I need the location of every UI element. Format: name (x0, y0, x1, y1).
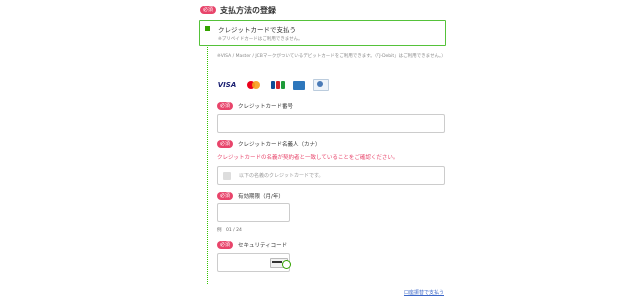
expiry-label-row: 必須 有効期限（月/年） (217, 192, 284, 200)
holder-confirm-checkbox[interactable] (223, 172, 231, 180)
holder-confirm-checkbox-row[interactable]: 以下の名義のクレジットカードです。 (217, 166, 445, 185)
amex-logo (293, 80, 305, 90)
security-code-label: セキュリティコード (238, 243, 288, 249)
mastercard-logo (245, 80, 263, 90)
visa-logo: VISA (217, 81, 237, 89)
card-holder-label-row: 必須 クレジットカード名義人（カナ） (217, 140, 321, 148)
holder-confirm-label: 以下の名義のクレジットカードです。 (239, 173, 324, 179)
required-badge: 必須 (217, 102, 234, 110)
card-brands: VISA (217, 79, 329, 91)
radio-selected[interactable] (205, 26, 210, 31)
credit-card-option[interactable]: クレジットカードで支払う ※プリペイドカードはご利用できません。 (199, 20, 446, 46)
required-badge: 必須 (217, 241, 234, 249)
section-title: 支払方法の登録 (220, 5, 277, 15)
required-badge: 必須 (217, 140, 234, 148)
credit-card-option-label: クレジットカードで支払う (218, 26, 296, 34)
cvc-hint-icon (270, 258, 291, 269)
section-header: 必須 支払方法の登録 (200, 4, 276, 16)
card-holder-label: クレジットカード名義人（カナ） (238, 142, 321, 148)
diners-logo (313, 79, 329, 91)
prepaid-note: ※プリペイドカードはご利用できません。 (218, 37, 303, 42)
expiry-label: 有効期限（月/年） (238, 194, 284, 200)
bank-transfer-link[interactable]: 口座振替で支払う (404, 289, 444, 296)
required-badge: 必須 (217, 192, 234, 200)
card-number-label-row: 必須 クレジットカード番号 (217, 102, 293, 110)
card-number-input[interactable] (217, 114, 445, 133)
holder-warning: クレジットカードの名義が契約者と一致していることをご確認ください。 (217, 155, 399, 161)
debit-card-notice: ※VISA / Master / JCBマークがついているデビットカードをご利用… (217, 54, 446, 59)
jcb-logo (271, 80, 285, 90)
expiry-example: 例 01 / 24 (217, 228, 242, 233)
required-badge: 必須 (200, 6, 217, 14)
dotted-guide-line (207, 44, 208, 284)
security-code-label-row: 必須 セキュリティコード (217, 241, 287, 249)
expiry-input[interactable] (217, 203, 290, 222)
card-number-label: クレジットカード番号 (238, 104, 294, 110)
